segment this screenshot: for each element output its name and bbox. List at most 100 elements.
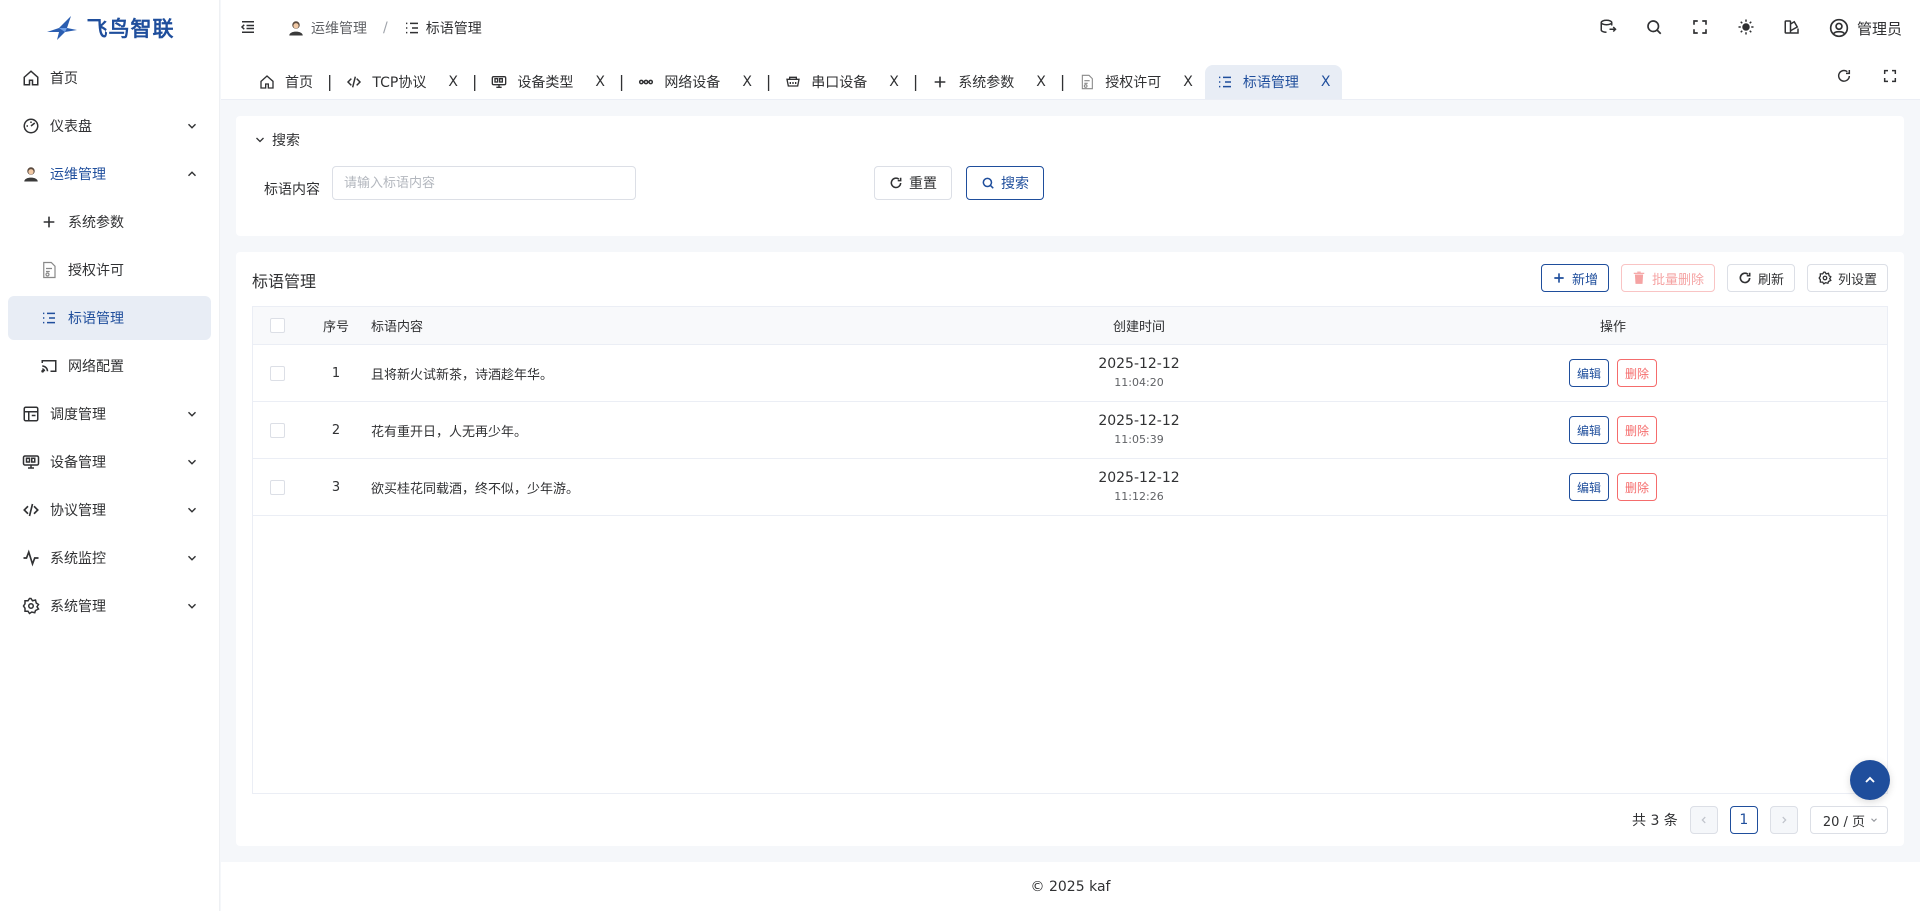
search-icon [981,176,995,190]
batch-delete-button[interactable]: 批量删除 [1620,264,1715,292]
back-to-top-button[interactable] [1850,760,1890,800]
home-icon [259,74,275,90]
row-checkbox[interactable] [269,365,285,381]
sidebar-item-system[interactable]: 系统管理 [8,584,211,628]
sidebar-item-ops[interactable]: 运维管理 [8,152,211,196]
tab-serial-device[interactable]: 串口设备 X [773,65,911,99]
sidebar-item-label: 协议管理 [50,503,106,519]
row-date: 2025-12-12 [1098,413,1180,429]
close-icon[interactable]: X [1036,74,1046,90]
close-icon[interactable]: X [1321,74,1331,90]
tab-device-type[interactable]: 设备类型 X [479,65,617,99]
logo[interactable]: 飞鸟智联 [0,0,219,56]
sidebar-item-home[interactable]: 首页 [8,56,211,100]
trash-icon [1632,271,1646,285]
user-name: 管理员 [1856,19,1902,38]
sidebar: 飞鸟智联 首页 仪表盘 运维管理 系统参数 授权许可 标语管理 网络配置 调度管… [0,0,220,911]
close-icon[interactable]: X [1183,74,1193,90]
search-label: 搜索 [1001,176,1029,192]
edit-button[interactable]: 编辑 [1568,359,1609,387]
row-checkbox[interactable] [269,422,285,438]
close-icon[interactable]: X [448,74,458,90]
tab-slogan[interactable]: 标语管理 X [1204,65,1343,99]
add-button[interactable]: 新增 [1540,264,1609,292]
tab-tcp[interactable]: TCP协议 X [334,65,470,99]
close-icon[interactable]: X [889,74,899,90]
row-checkbox-cell [253,422,301,438]
column-settings-label: 列设置 [1837,272,1877,288]
edit-button[interactable]: 编辑 [1568,473,1609,501]
row-content: 欲买桂花同载酒，终不似，少年游。 [371,481,580,497]
footer-copyright: © 2025 kaf [1030,878,1111,895]
chevron-down-icon [185,503,199,517]
row-checkbox[interactable] [269,479,285,495]
tab-label: TCP协议 [372,75,427,91]
column-header-no: 序号 [322,320,349,335]
search-collapse-toggle[interactable]: 搜索 [254,130,300,150]
app-name: 飞鸟智联 [86,17,175,41]
database-export-icon[interactable] [1599,18,1619,38]
sidebar-item-network-config[interactable]: 网络配置 [8,344,211,388]
palette-icon[interactable] [1783,18,1803,38]
sidebar-item-license[interactable]: 授权许可 [8,248,211,292]
tab-home[interactable]: 首页 [247,65,325,99]
refresh-icon[interactable] [1836,68,1854,86]
prev-page-button[interactable] [1689,806,1718,834]
tab-sys-params[interactable]: 系统参数 X [920,65,1058,99]
user-menu[interactable]: 管理员 [1829,18,1902,39]
page-1-button[interactable]: 1 [1729,806,1758,834]
search-icon[interactable] [1645,18,1665,38]
tabs-actions [1836,68,1900,86]
sidebar-item-protocol[interactable]: 协议管理 [8,488,211,532]
header-actions: 管理员 [1599,18,1902,39]
row-time: 11:04:20 [1114,376,1164,389]
table-row: 3 欲买桂花同载酒，终不似，少年游。 2025-12-12 11:12:26 编… [253,459,1887,516]
sidebar-item-devices[interactable]: 设备管理 [8,440,211,484]
bird-logo-icon [45,14,79,42]
avatar-icon [20,163,42,185]
search-button[interactable]: 搜索 [966,166,1044,200]
sun-icon[interactable] [1737,18,1757,38]
row-checkbox-cell [253,479,301,495]
sidebar-item-schedule[interactable]: 调度管理 [8,392,211,436]
tab-network-device[interactable]: 网络设备 X [626,65,764,99]
sidebar-item-dashboard[interactable]: 仪表盘 [8,104,211,148]
select-all-checkbox[interactable] [269,318,285,333]
column-settings-button[interactable]: 列设置 [1806,264,1888,292]
license-icon [1079,74,1095,90]
next-page-button[interactable] [1769,806,1798,834]
fold-menu-icon[interactable] [239,18,259,38]
delete-button[interactable]: 删除 [1617,473,1658,501]
table-header: 序号 标语内容 创建时间 操作 [253,307,1887,345]
page-size-select[interactable]: 20 / 页 [1809,806,1888,834]
tab-separator: | [1059,72,1066,91]
sidebar-item-label: 系统参数 [68,215,124,231]
delete-button[interactable]: 删除 [1617,416,1658,444]
fullscreen-icon[interactable] [1691,18,1711,38]
list-indent-icon [404,20,420,36]
sidebar-item-slogan[interactable]: 标语管理 [8,296,211,340]
search-panel: 搜索 标语内容 重置 搜索 [236,116,1904,236]
pulse-icon [20,547,42,569]
sidebar-item-label: 设备管理 [50,455,106,471]
breadcrumb-item-ops[interactable]: 运维管理 [287,18,367,38]
refresh-button[interactable]: 刷新 [1726,264,1795,292]
chevron-down-icon [185,407,199,421]
chevron-down-icon [1869,815,1879,825]
row-no: 1 [331,365,341,381]
fullscreen-icon[interactable] [1882,68,1900,86]
slogan-content-input[interactable] [332,166,636,200]
list-indent-icon [38,307,60,329]
table-toolbar: 新增 批量删除 刷新 列设置 [1540,264,1888,292]
page-size-value: 20 / 页 [1822,814,1865,830]
reset-button[interactable]: 重置 [874,166,952,200]
gear-icon [1818,271,1832,285]
close-icon[interactable]: X [742,74,752,90]
close-icon[interactable]: X [595,74,605,90]
edit-button[interactable]: 编辑 [1568,416,1609,444]
delete-button[interactable]: 删除 [1617,359,1658,387]
sidebar-item-sys-params[interactable]: 系统参数 [8,200,211,244]
sidebar-item-monitor[interactable]: 系统监控 [8,536,211,580]
table-row: 2 花有重开日，人无再少年。 2025-12-12 11:05:39 编辑 删除 [253,402,1887,459]
tab-license[interactable]: 授权许可 X [1067,65,1205,99]
